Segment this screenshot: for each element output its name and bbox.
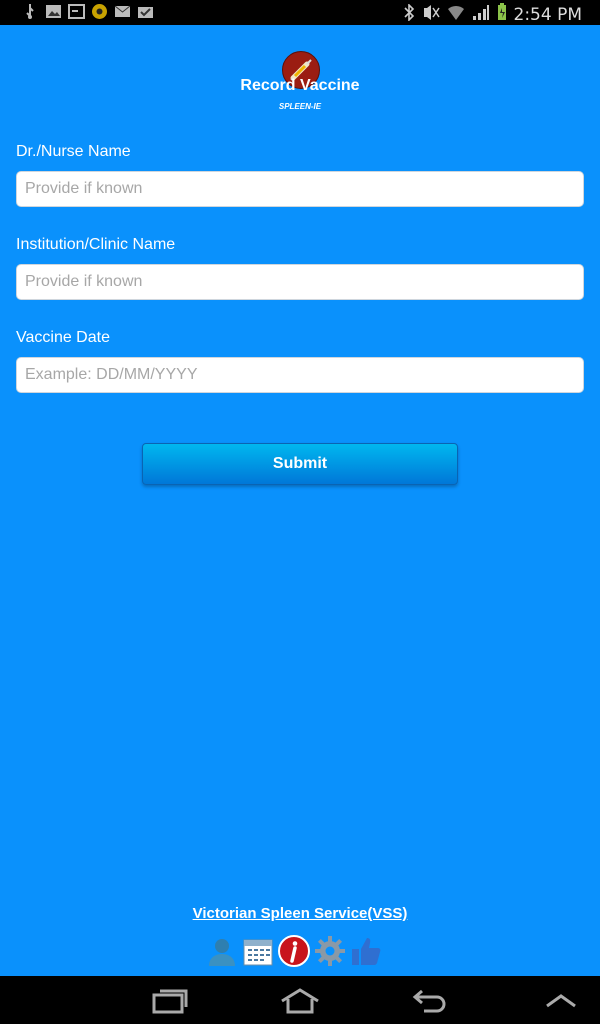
nurse-name-label: Dr./Nurse Name (16, 143, 131, 160)
signal-icon (472, 4, 490, 26)
clock: 2:54 PM (513, 4, 583, 25)
screenshot-icon (68, 3, 85, 20)
back-icon[interactable] (412, 988, 448, 1014)
briefcase-check-icon (137, 3, 154, 20)
mail-icon (114, 3, 131, 20)
status-bar: 2:54 PM (0, 0, 600, 25)
person-icon[interactable] (206, 935, 238, 967)
calendar-icon[interactable] (242, 935, 274, 967)
footer-icon-bar (206, 935, 382, 967)
clinic-name-input[interactable] (16, 264, 584, 300)
vss-link[interactable]: Victorian Spleen Service(VSS) (193, 905, 408, 922)
wifi-icon (447, 4, 465, 26)
thumbs-up-icon[interactable] (350, 935, 382, 967)
battery-icon (497, 3, 507, 26)
home-icon[interactable] (280, 988, 320, 1014)
app-content: Record Vaccine SPLEEN-IE Dr./Nurse Name … (0, 25, 600, 976)
mute-icon (422, 4, 440, 26)
image-icon (45, 3, 62, 20)
submit-button[interactable]: Submit (142, 443, 458, 485)
vaccine-date-input[interactable] (16, 357, 584, 393)
info-icon[interactable] (278, 935, 310, 967)
vaccine-date-label: Vaccine Date (16, 329, 110, 346)
gear-icon[interactable] (314, 935, 346, 967)
page-subtitle: SPLEEN-IE (278, 102, 322, 111)
clinic-name-label: Institution/Clinic Name (16, 236, 176, 253)
usb-icon (22, 3, 39, 20)
bluetooth-icon (403, 2, 415, 26)
recent-apps-icon[interactable] (152, 988, 188, 1014)
navigation-bar (0, 976, 600, 1024)
menu-up-icon[interactable] (544, 988, 580, 1014)
page-title: Record Vaccine (240, 77, 360, 94)
footer-link-wrap: Victorian Spleen Service(VSS) (0, 905, 600, 923)
system-icons: 2:54 PM (403, 2, 583, 26)
notification-icons (22, 3, 154, 20)
nurse-name-input[interactable] (16, 171, 584, 207)
radiation-icon (91, 3, 108, 20)
